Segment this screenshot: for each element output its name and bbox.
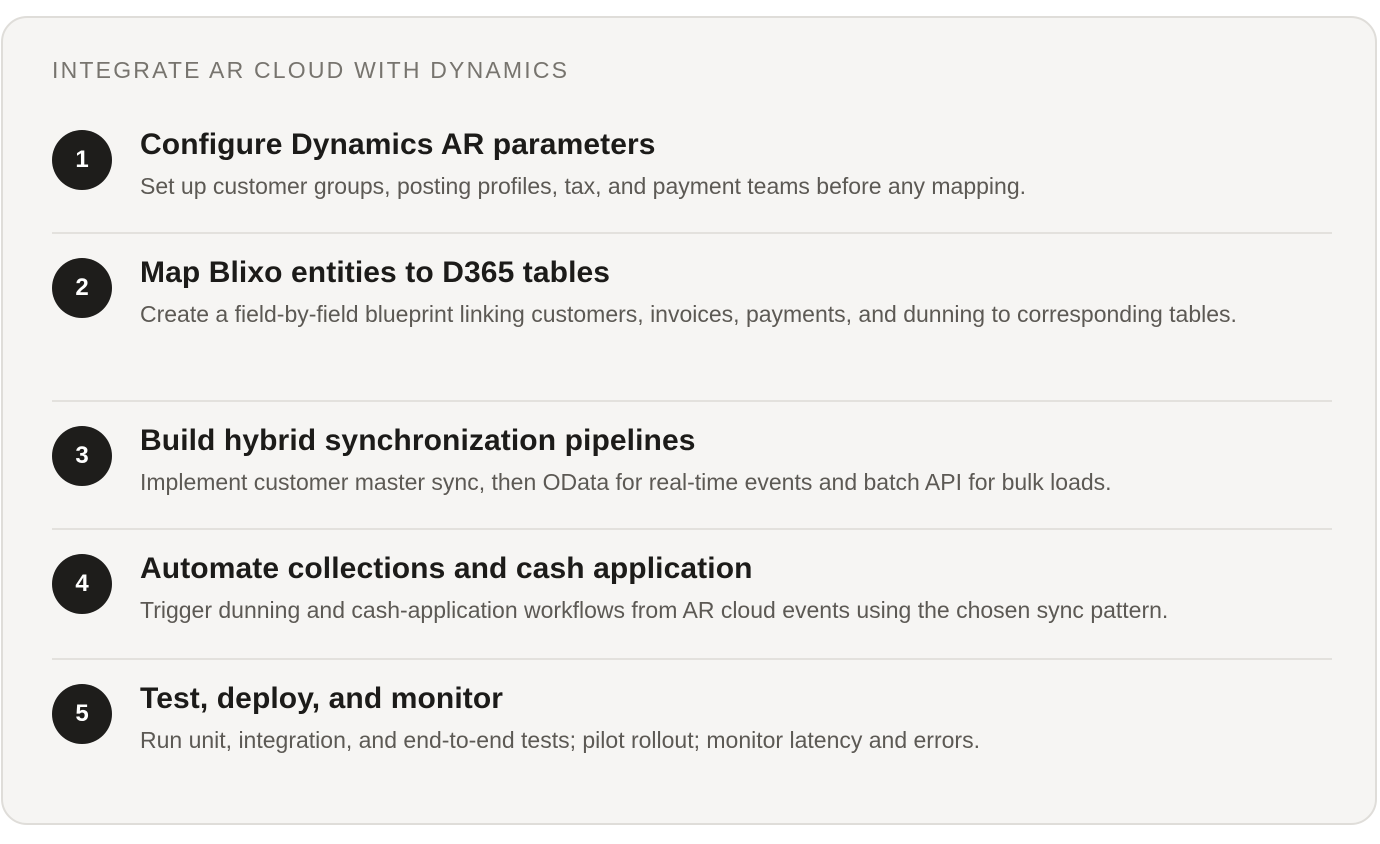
step-title: Build hybrid synchronization pipelines: [140, 424, 696, 457]
step-number-badge: 3: [52, 426, 112, 486]
step-title: Map Blixo entities to D365 tables: [140, 256, 611, 289]
step-number-badge: 5: [52, 684, 112, 744]
step-item: 2 Map Blixo entities to D365 tables Crea…: [52, 234, 1332, 402]
step-number-badge: 4: [52, 554, 112, 614]
step-title: Automate collections and cash applicatio…: [140, 552, 753, 585]
step-number-badge: 2: [52, 258, 112, 318]
steps-list: 1 Configure Dynamics AR parameters Set u…: [52, 110, 1332, 780]
card-eyebrow-heading: INTEGRATE AR CLOUD WITH DYNAMICS: [52, 57, 570, 83]
step-description: Trigger dunning and cash-application wor…: [140, 597, 1169, 623]
step-item: 4 Automate collections and cash applicat…: [52, 530, 1332, 660]
step-title: Configure Dynamics AR parameters: [140, 128, 656, 161]
step-item: 5 Test, deploy, and monitor Run unit, in…: [52, 660, 1332, 780]
step-item: 1 Configure Dynamics AR parameters Set u…: [52, 110, 1332, 234]
step-description: Implement customer master sync, then ODa…: [140, 469, 1112, 495]
step-description: Set up customer groups, posting profiles…: [140, 173, 1026, 199]
step-number-badge: 1: [52, 130, 112, 190]
step-item: 3 Build hybrid synchronization pipelines…: [52, 402, 1332, 530]
step-description: Create a field-by-field blueprint linkin…: [140, 301, 1237, 327]
step-title: Test, deploy, and monitor: [140, 682, 504, 715]
integration-steps-card: INTEGRATE AR CLOUD WITH DYNAMICS 1 Confi…: [1, 16, 1377, 825]
step-description: Run unit, integration, and end-to-end te…: [140, 727, 980, 753]
